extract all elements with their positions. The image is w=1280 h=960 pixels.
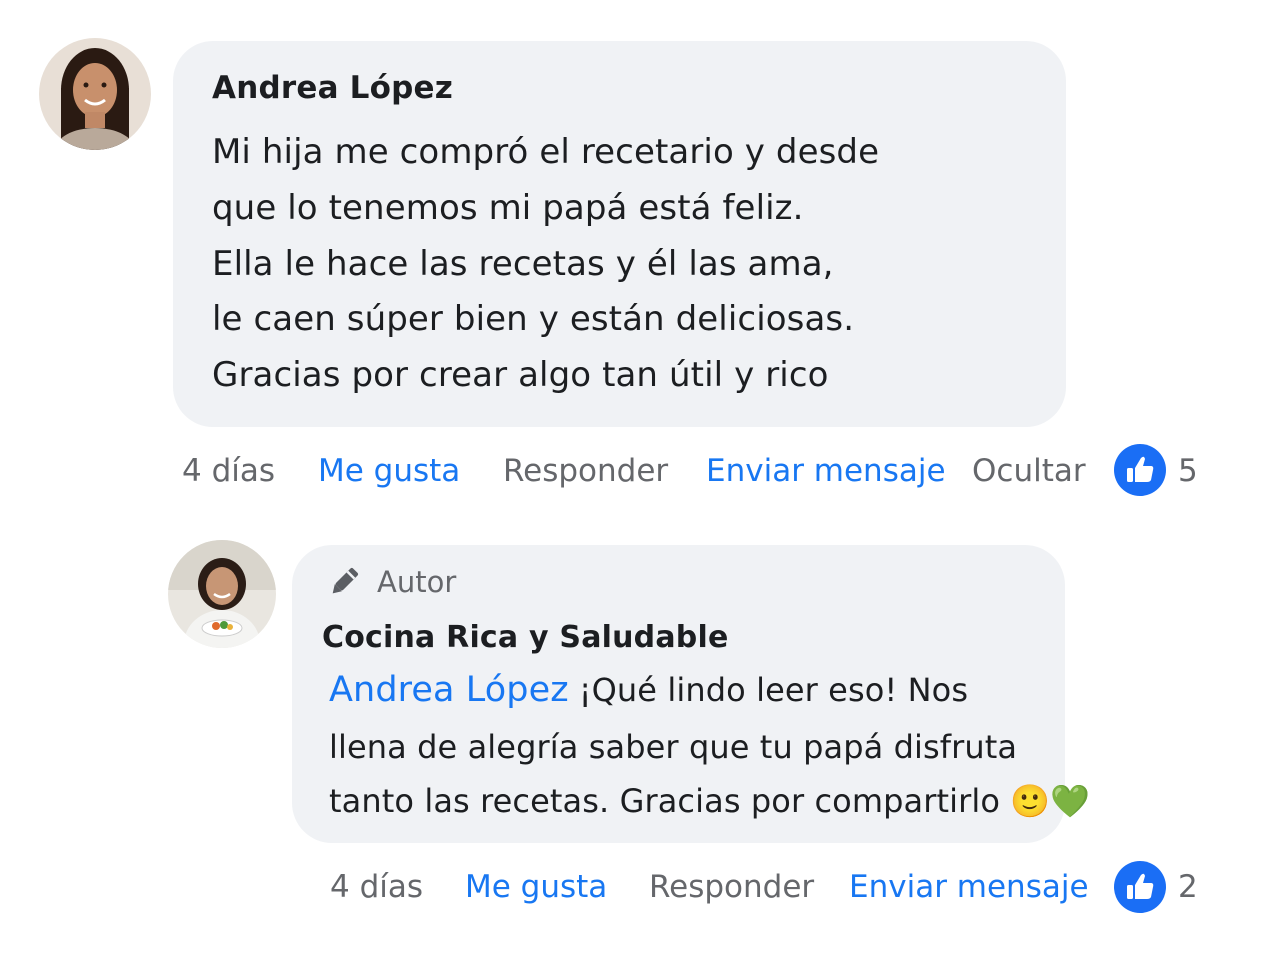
- reply-timestamp[interactable]: 4 días: [330, 869, 423, 905]
- like-button[interactable]: Me gusta: [465, 869, 607, 905]
- comment-text-line: le caen súper bien y están deliciosas.: [212, 299, 855, 339]
- hide-button[interactable]: Ocultar: [972, 453, 1086, 489]
- mention-link[interactable]: Andrea López: [329, 670, 569, 710]
- like-count[interactable]: 5: [1178, 453, 1198, 489]
- reply-button[interactable]: Responder: [649, 869, 814, 905]
- comment-text-line: Mi hija me compró el recetario y desde: [212, 132, 880, 172]
- comment-text-line: Gracias por crear algo tan útil y rico: [212, 355, 829, 395]
- comment-timestamp[interactable]: 4 días: [182, 453, 275, 489]
- comment-author-name[interactable]: Andrea López: [212, 70, 453, 106]
- thumbs-up-icon[interactable]: [1114, 861, 1166, 913]
- send-message-button[interactable]: Enviar mensaje: [706, 453, 946, 489]
- like-button[interactable]: Me gusta: [318, 453, 460, 489]
- commenter-avatar[interactable]: [39, 38, 151, 150]
- comment-text-line: que lo tenemos mi papá está feliz.: [212, 188, 804, 228]
- reply-text-line: tanto las recetas. Gracias por compartir…: [329, 782, 1091, 820]
- reply-button[interactable]: Responder: [503, 453, 668, 489]
- like-count[interactable]: 2: [1178, 869, 1198, 905]
- author-badge-label: Autor: [377, 565, 457, 599]
- reply-text-line: Andrea López ¡Qué lindo leer eso! Nos: [329, 670, 968, 710]
- pencil-icon: [326, 564, 362, 600]
- reply-first-line-text: ¡Qué lindo leer eso! Nos: [578, 671, 969, 709]
- reply-author-name[interactable]: Cocina Rica y Saludable: [322, 620, 729, 655]
- send-message-button[interactable]: Enviar mensaje: [849, 869, 1089, 905]
- comment-text-line: Ella le hace las recetas y él las ama,: [212, 244, 834, 284]
- page-avatar[interactable]: [168, 540, 276, 648]
- reply-text-line: llena de alegría saber que tu papá disfr…: [329, 728, 1018, 766]
- thumbs-up-icon[interactable]: [1114, 444, 1166, 496]
